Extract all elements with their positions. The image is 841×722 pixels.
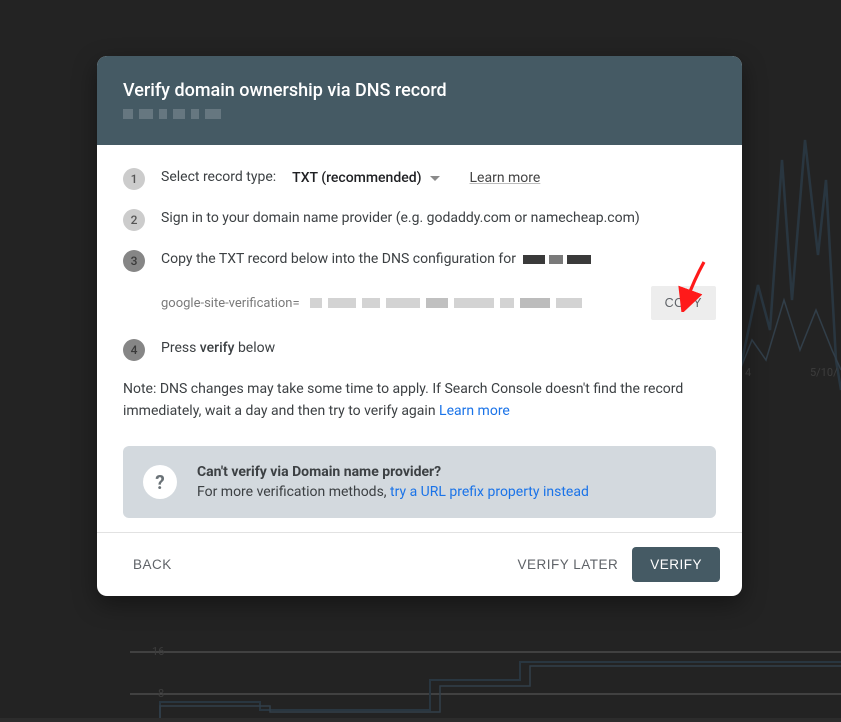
- help-icon: ?: [143, 465, 177, 499]
- txt-record-row: google-site-verification= COPY: [161, 286, 716, 320]
- url-prefix-link[interactable]: try a URL prefix property instead: [390, 484, 589, 500]
- note-learn-more-link[interactable]: Learn more: [439, 403, 510, 419]
- step-number: 3: [123, 250, 145, 272]
- tip-text: For more verification methods, try a URL…: [197, 484, 589, 500]
- back-button[interactable]: BACK: [119, 547, 186, 582]
- verify-later-button[interactable]: VERIFY LATER: [503, 547, 632, 582]
- step2-text: Sign in to your domain name provider (e.…: [161, 208, 640, 229]
- tip-content: Can't verify via Domain name provider? F…: [197, 464, 589, 500]
- verify-button[interactable]: VERIFY: [632, 547, 720, 582]
- txt-value-redacted: [310, 294, 641, 312]
- record-type-dropdown[interactable]: TXT (recommended): [292, 170, 439, 186]
- step-number: 2: [123, 209, 145, 231]
- step-number: 1: [123, 168, 145, 190]
- tip-box: ? Can't verify via Domain name provider?…: [123, 446, 716, 518]
- step-2: 2 Sign in to your domain name provider (…: [123, 208, 716, 231]
- modal-body: 1 Select record type: TXT (recommended) …: [97, 145, 742, 532]
- domain-redacted-inline: [523, 255, 591, 264]
- txt-prefix: google-site-verification=: [161, 296, 300, 311]
- learn-more-link[interactable]: Learn more: [470, 170, 541, 186]
- modal-title: Verify domain ownership via DNS record: [123, 80, 716, 101]
- verify-domain-modal: Verify domain ownership via DNS record 1…: [97, 56, 742, 596]
- copy-button[interactable]: COPY: [651, 286, 716, 320]
- chevron-down-icon: [430, 176, 440, 181]
- modal-footer: BACK VERIFY LATER VERIFY: [97, 532, 742, 596]
- step-number: 4: [123, 339, 145, 361]
- step-4: 4 Press verify below: [123, 338, 716, 361]
- tip-title: Can't verify via Domain name provider?: [197, 464, 589, 480]
- dropdown-value: TXT (recommended): [292, 170, 421, 186]
- step-3: 3 Copy the TXT record below into the DNS…: [123, 249, 716, 272]
- step1-label: Select record type:: [161, 167, 276, 188]
- modal-header: Verify domain ownership via DNS record: [97, 56, 742, 145]
- dns-note: Note: DNS changes may take some time to …: [123, 379, 716, 422]
- domain-redacted: [123, 109, 716, 123]
- step4-text: Press verify below: [161, 338, 275, 359]
- step-1: 1 Select record type: TXT (recommended) …: [123, 167, 716, 190]
- step3-text: Copy the TXT record below into the DNS c…: [161, 249, 591, 270]
